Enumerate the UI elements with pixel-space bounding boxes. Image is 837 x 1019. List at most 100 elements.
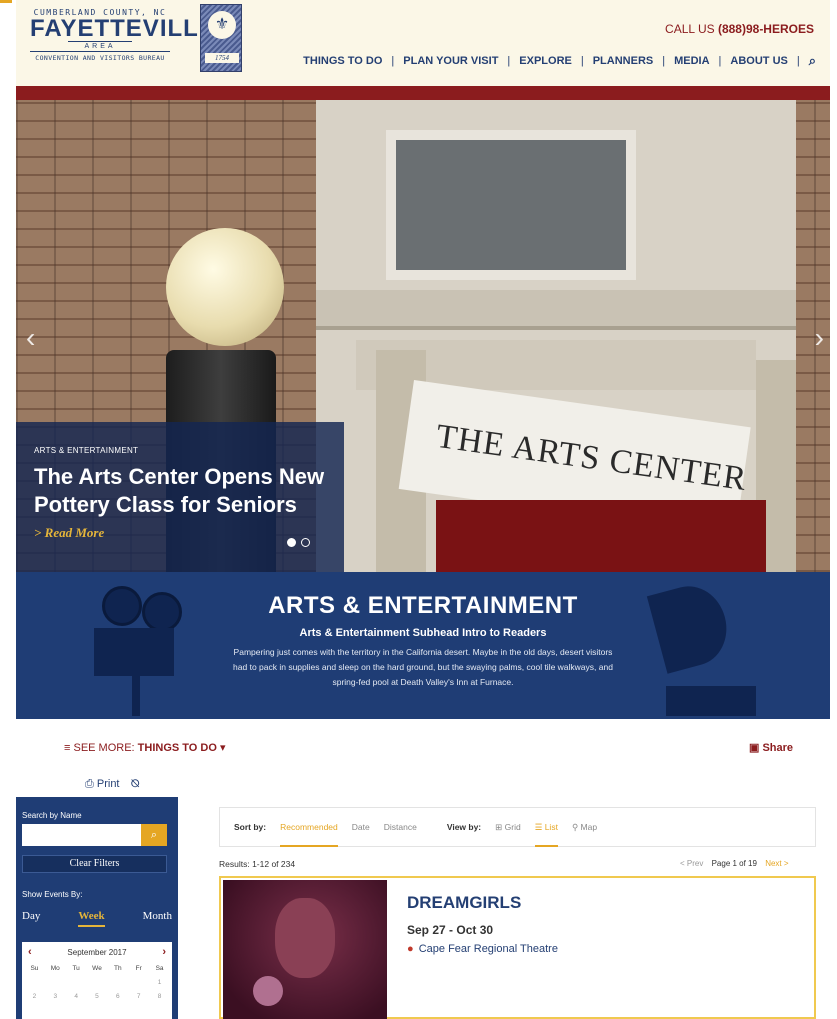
nav-explore[interactable]: EXPLORE xyxy=(519,55,572,67)
pagination: < Prev Page 1 of 19 Next > xyxy=(680,859,789,868)
share-button[interactable]: ▣ Share xyxy=(749,741,793,754)
calendar-day[interactable] xyxy=(45,976,66,990)
calendar-weekday: Fr xyxy=(135,965,142,972)
event-date: Sep 27 - Oct 30 xyxy=(407,923,494,937)
gramophone-horn xyxy=(646,578,736,674)
search-icon[interactable]: ⌕ xyxy=(809,53,816,69)
calendar-day[interactable]: 4 xyxy=(66,990,87,1004)
calendar-day[interactable] xyxy=(24,976,45,990)
calendar-day[interactable] xyxy=(87,976,108,990)
print-button[interactable]: ⎙ Print ⦰ xyxy=(85,778,139,791)
call-us-prefix: CALL US xyxy=(665,22,715,36)
calendar-day[interactable] xyxy=(128,976,149,990)
event-image-face xyxy=(275,898,335,978)
list-icon: ☰ xyxy=(534,822,543,832)
nav-about-us[interactable]: ABOUT US xyxy=(730,55,787,67)
logo-name-text: FAYETTEVILLE xyxy=(30,15,216,42)
section-banner: ARTS & ENTERTAINMENT Arts & Entertainmen… xyxy=(16,572,830,719)
hero-caption: ARTS & ENTERTAINMENT The Arts Center Ope… xyxy=(16,422,344,572)
hamburger-icon: ≡ xyxy=(64,742,71,754)
next-page-link[interactable]: Next > xyxy=(765,859,788,868)
nav-media[interactable]: MEDIA xyxy=(674,55,709,67)
event-title[interactable]: DREAMGIRLS xyxy=(407,893,521,913)
calendar-day[interactable]: 8 xyxy=(149,990,170,1004)
call-us-number: (888)98-HEROES xyxy=(717,22,814,36)
calendar-day[interactable] xyxy=(107,976,128,990)
tab-day[interactable]: Day xyxy=(22,910,40,927)
sort-distance[interactable]: Distance xyxy=(384,807,417,847)
clear-filters-button[interactable]: Clear Filters xyxy=(22,855,167,873)
view-grid-label: Grid xyxy=(504,822,521,832)
rss-icon[interactable]: ⦰ xyxy=(131,778,140,790)
hero-category: ARTS & ENTERTAINMENT xyxy=(34,446,139,455)
camera-body xyxy=(94,628,174,676)
hero-cornice xyxy=(316,290,796,330)
main-nav: THINGS TO DO | PLAN YOUR VISIT | EXPLORE… xyxy=(303,53,816,69)
event-image-microphone xyxy=(253,976,283,1006)
slider-next-arrow-icon[interactable]: › xyxy=(815,322,824,354)
event-mode-tabs: Day Week Month xyxy=(22,910,172,927)
calendar-header: ‹ September 2017 › xyxy=(22,942,172,962)
calendar-day[interactable]: 5 xyxy=(87,990,108,1004)
event-image[interactable] xyxy=(223,880,387,1019)
camera-reel xyxy=(142,592,182,632)
gramophone-box xyxy=(666,686,756,716)
calendar-weekdays: Su Mo Tu We Th Fr Sa xyxy=(22,962,172,976)
site-header: CUMBERLAND COUNTY, NC FAYETTEVILLE AREA … xyxy=(16,0,830,86)
slider-dot[interactable] xyxy=(301,538,310,547)
hero-title: The Arts Center Opens New Pottery Class … xyxy=(34,464,325,517)
gramophone-icon xyxy=(646,578,766,716)
site-logo[interactable]: CUMBERLAND COUNTY, NC FAYETTEVILLE AREA … xyxy=(30,8,216,62)
sort-recommended[interactable]: Recommended xyxy=(280,807,338,847)
calendar-day[interactable]: 6 xyxy=(107,990,128,1004)
corner-accent xyxy=(0,0,12,3)
sort-view-bar: Sort by: Recommended Date Distance View … xyxy=(219,807,816,847)
event-venue[interactable]: ● Cape Fear Regional Theatre xyxy=(407,943,558,955)
calendar-weekday: Sa xyxy=(155,965,164,972)
search-by-name-label: Search by Name xyxy=(22,811,82,820)
show-events-by-label: Show Events By: xyxy=(22,890,83,899)
view-grid[interactable]: ⊞ Grid xyxy=(495,807,521,847)
calendar-day[interactable]: 2 xyxy=(24,990,45,1004)
calendar-day[interactable] xyxy=(66,976,87,990)
calendar-weekday: Th xyxy=(114,965,122,972)
slider-prev-arrow-icon[interactable]: ‹ xyxy=(26,322,35,354)
calendar-next-icon[interactable]: › xyxy=(162,946,166,958)
prev-page-link[interactable]: < Prev xyxy=(680,859,703,868)
sort-date[interactable]: Date xyxy=(352,807,370,847)
nav-plan-your-visit[interactable]: PLAN YOUR VISIT xyxy=(403,55,498,67)
calendar-day[interactable]: 7 xyxy=(128,990,149,1004)
search-by-name-input[interactable] xyxy=(22,824,141,846)
nav-separator: | xyxy=(580,55,584,67)
calendar-day[interactable]: 3 xyxy=(45,990,66,1004)
calendar-week-row: 1 xyxy=(22,976,172,990)
view-map[interactable]: ⚲ Map xyxy=(572,807,597,847)
nav-separator: | xyxy=(507,55,511,67)
slider-dot[interactable] xyxy=(287,538,296,547)
call-us[interactable]: CALL US (888)98-HEROES xyxy=(665,22,814,36)
hero-read-more-link[interactable]: > Read More xyxy=(34,525,326,541)
event-card[interactable]: DREAMGIRLS Sep 27 - Oct 30 ● Cape Fear R… xyxy=(219,876,816,1019)
tab-week[interactable]: Week xyxy=(78,910,105,927)
view-list-label: List xyxy=(544,822,558,832)
results-summary: Results: 1-12 of 234 xyxy=(219,859,296,869)
film-camera-icon xyxy=(80,586,200,716)
view-by-label: View by: xyxy=(446,822,482,832)
hero-slider: THE ARTS CENTER ‹ › ARTS & ENTERTAINMENT… xyxy=(16,100,830,572)
share-label: Share xyxy=(762,742,794,754)
search-submit-icon[interactable]: ⌕ xyxy=(141,824,167,846)
caret-down-icon: ▾ xyxy=(219,742,226,754)
nav-separator: | xyxy=(718,55,722,67)
see-more-value: THINGS TO DO xyxy=(137,742,217,754)
calendar-day[interactable]: 1 xyxy=(149,976,170,990)
tab-month[interactable]: Month xyxy=(143,910,172,927)
page-indicator: Page 1 of 19 xyxy=(711,859,757,868)
nav-things-to-do[interactable]: THINGS TO DO xyxy=(303,55,382,67)
calendar-prev-icon[interactable]: ‹ xyxy=(28,946,32,958)
nav-planners[interactable]: PLANNERS xyxy=(593,55,654,67)
see-more-dropdown[interactable]: ≡ SEE MORE: THINGS TO DO ▾ xyxy=(64,741,226,754)
view-list[interactable]: ☰ List xyxy=(534,807,558,847)
header-stripe xyxy=(16,86,830,100)
nav-separator: | xyxy=(796,55,800,67)
calendar-weekday: Tu xyxy=(72,965,80,972)
